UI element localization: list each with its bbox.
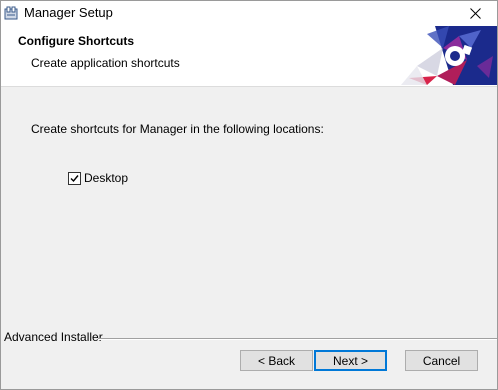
window-title: Manager Setup bbox=[24, 5, 113, 20]
page-title: Configure Shortcuts bbox=[18, 34, 134, 48]
header-banner: Configure Shortcuts Create application s… bbox=[1, 26, 497, 87]
footer-divider bbox=[98, 338, 497, 340]
check-icon bbox=[70, 174, 79, 182]
next-button[interactable]: Next > bbox=[314, 350, 387, 371]
installer-logo-graphic bbox=[401, 26, 497, 85]
title-bar: Manager Setup bbox=[1, 1, 497, 26]
setup-window: Manager Setup Configure Shortcuts Create… bbox=[0, 0, 498, 390]
page-subtitle: Create application shortcuts bbox=[31, 56, 180, 70]
back-button[interactable]: < Back bbox=[240, 350, 313, 371]
close-button[interactable] bbox=[453, 1, 497, 26]
desktop-shortcut-option[interactable]: Desktop bbox=[68, 171, 128, 185]
desktop-checkbox[interactable] bbox=[68, 171, 81, 185]
brand-label: Advanced Installer bbox=[4, 330, 103, 344]
instruction-text: Create shortcuts for Manager in the foll… bbox=[31, 122, 324, 136]
installer-package-icon bbox=[4, 6, 18, 20]
desktop-checkbox-label[interactable]: Desktop bbox=[84, 171, 128, 185]
cancel-button[interactable]: Cancel bbox=[405, 350, 478, 371]
close-icon bbox=[469, 8, 481, 19]
